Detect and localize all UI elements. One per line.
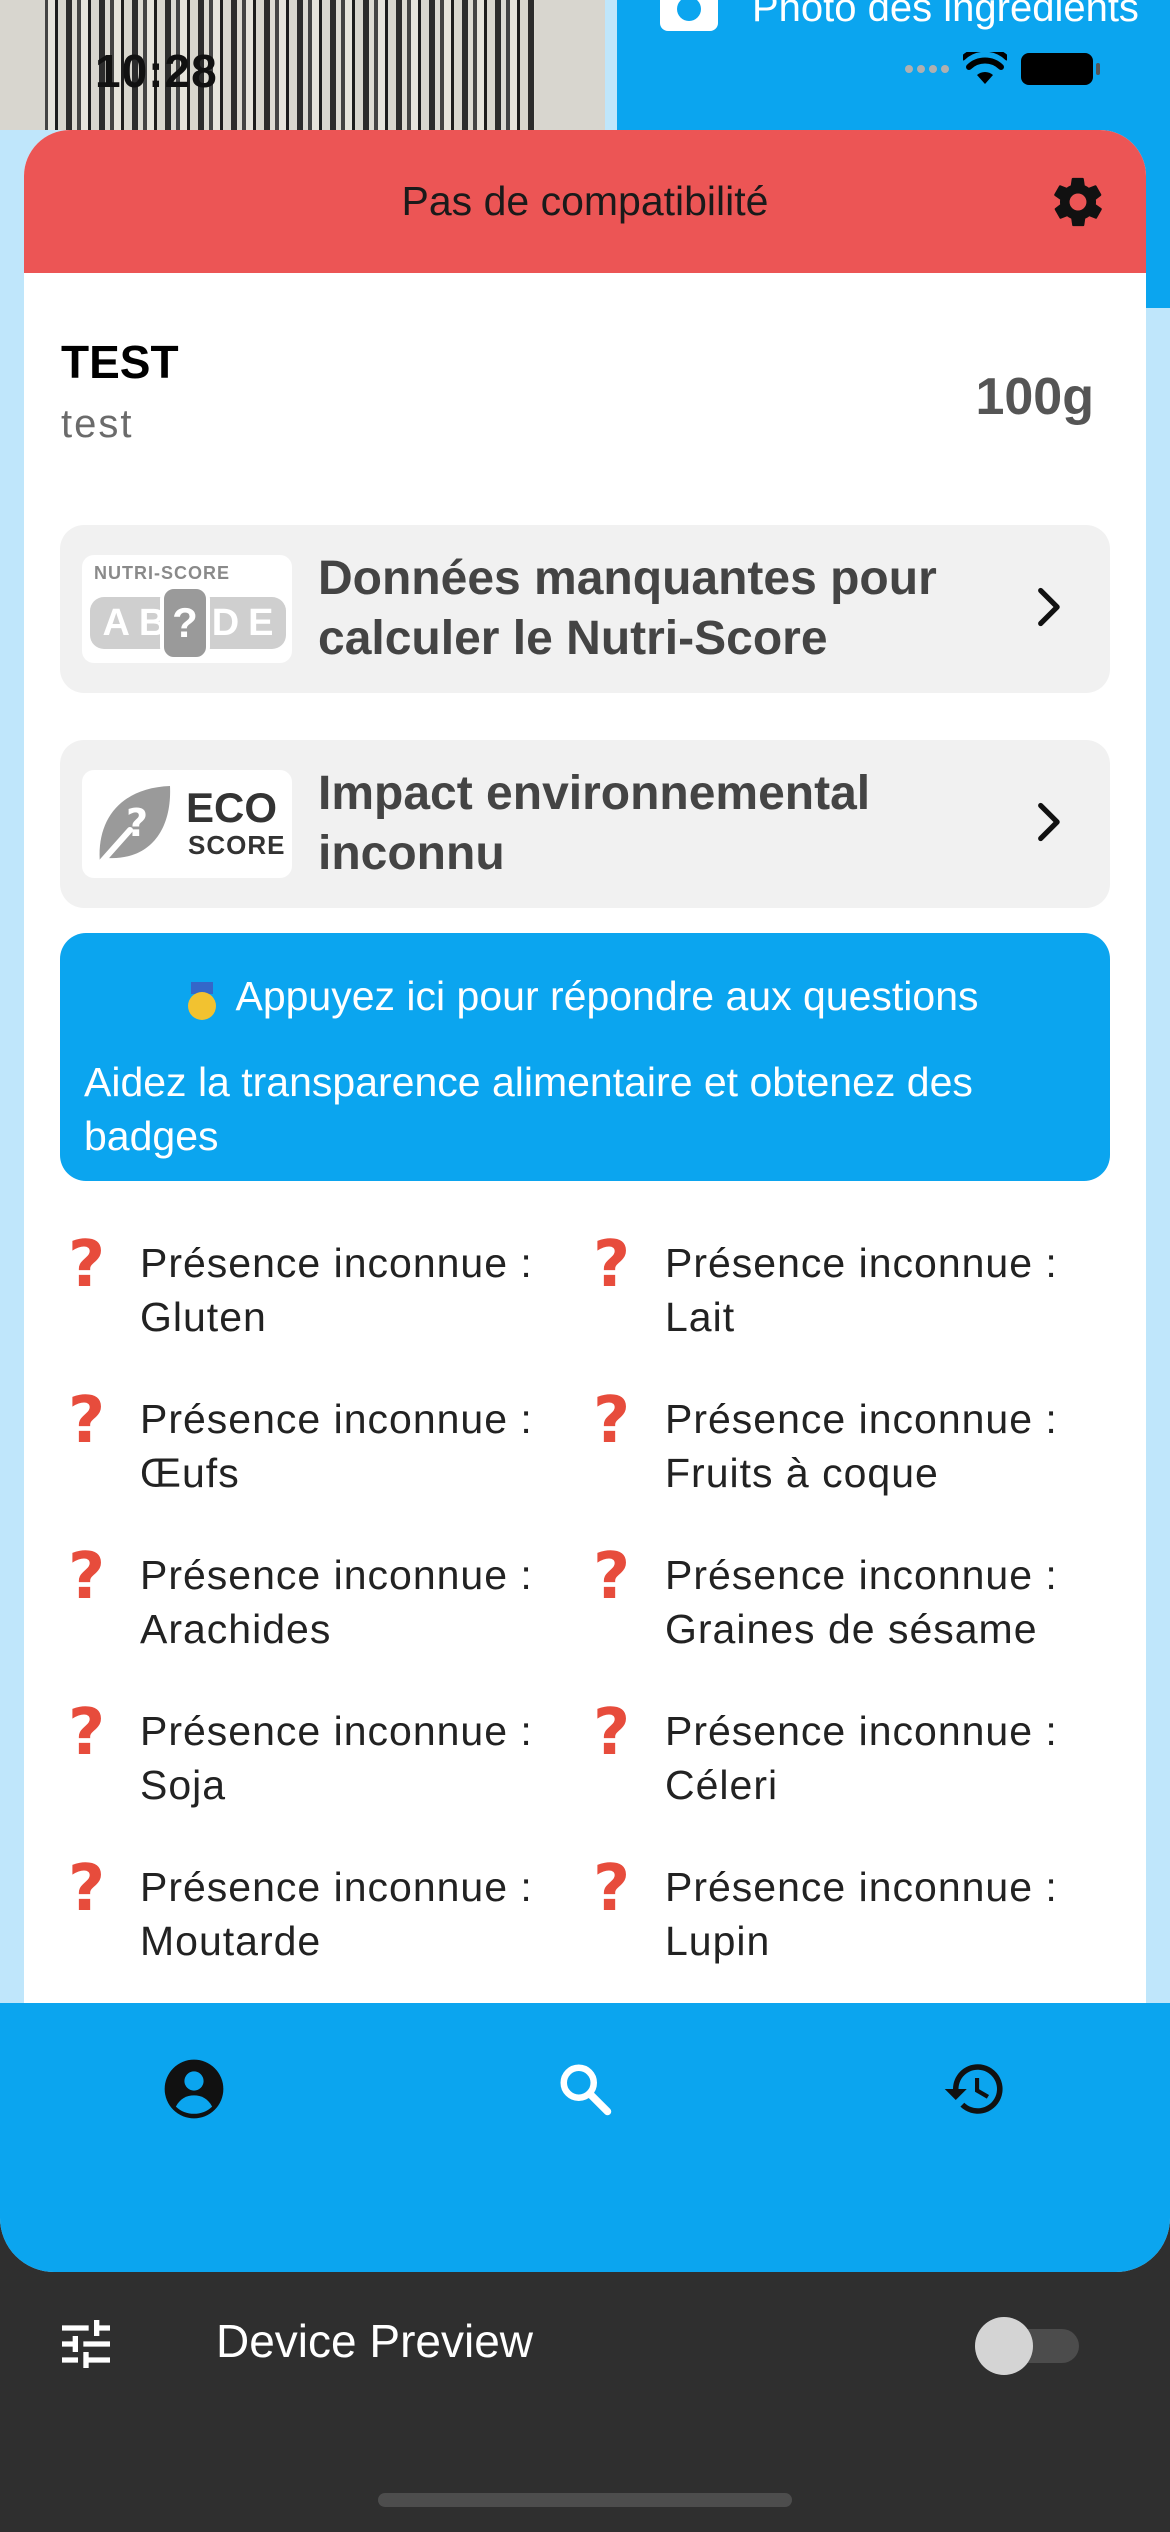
nutriscore-letter: D bbox=[211, 601, 240, 644]
nutriscore-row[interactable]: NUTRI-SCORE A B C D E ? Données manquant… bbox=[60, 525, 1110, 693]
compatibility-title: Pas de compatibilité bbox=[401, 178, 769, 224]
nav-search-button[interactable] bbox=[545, 2049, 625, 2129]
allergen-item[interactable]: ? Présence inconnue : Moutarde bbox=[60, 1854, 585, 1984]
question-mark-icon: ? bbox=[68, 1540, 106, 1614]
status-time: 10:28 bbox=[95, 45, 218, 97]
allergen-status: Présence inconnue : bbox=[140, 1708, 533, 1754]
allergen-status: Présence inconnue : bbox=[665, 1864, 1058, 1910]
questions-title-text: Appuyez ici pour répondre aux questions bbox=[235, 973, 979, 1019]
question-mark-icon: ? bbox=[593, 1228, 631, 1302]
nav-profile-button[interactable] bbox=[154, 2049, 234, 2129]
question-mark-icon: ? bbox=[68, 1228, 106, 1302]
product-name: TEST bbox=[61, 336, 179, 388]
tune-icon[interactable] bbox=[54, 2312, 118, 2376]
ecoscore-row[interactable]: ? ECO SCORE Impact environnemental incon… bbox=[60, 740, 1110, 908]
question-mark-icon: ? bbox=[593, 1852, 631, 1926]
allergen-item[interactable]: ? Présence inconnue : Arachides bbox=[60, 1542, 585, 1672]
allergen-item[interactable]: ? Présence inconnue : Fruits à coque bbox=[585, 1386, 1110, 1516]
allergen-item[interactable]: ? Présence inconnue : Œufs bbox=[60, 1386, 585, 1516]
allergen-status: Présence inconnue : bbox=[140, 1240, 533, 1286]
allergen-name: Lait bbox=[665, 1294, 736, 1340]
status-icons bbox=[905, 52, 1100, 86]
question-mark-icon: ? bbox=[68, 1852, 106, 1926]
allergen-name: Gluten bbox=[140, 1294, 267, 1340]
allergen-name: Soja bbox=[140, 1762, 227, 1808]
medal-icon bbox=[188, 982, 217, 1020]
camera-icon bbox=[660, 0, 718, 31]
question-mark-icon: ? bbox=[68, 1696, 106, 1770]
allergen-status: Présence inconnue : bbox=[140, 1864, 533, 1910]
allergen-item[interactable]: ? Présence inconnue : Céleri bbox=[585, 1698, 1110, 1828]
nutriscore-unknown-grade: ? bbox=[160, 585, 210, 661]
allergen-name: Céleri bbox=[665, 1762, 779, 1808]
profile-icon bbox=[164, 2059, 224, 2119]
allergen-name: Œufs bbox=[140, 1450, 240, 1496]
device-preview-toggle[interactable] bbox=[975, 2317, 1083, 2375]
cellular-signal-icon bbox=[905, 65, 949, 73]
allergen-name: Moutarde bbox=[140, 1918, 322, 1964]
settings-button[interactable] bbox=[1046, 170, 1110, 234]
background-photo-label: Photo des ingrédients bbox=[660, 0, 1139, 31]
svg-text:?: ? bbox=[126, 801, 148, 845]
allergen-item[interactable]: ? Présence inconnue : Soja bbox=[60, 1698, 585, 1828]
leaf-icon: ? bbox=[95, 786, 171, 868]
allergen-status: Présence inconnue : bbox=[665, 1396, 1058, 1442]
allergen-name: Graines de sésame bbox=[665, 1606, 1038, 1652]
battery-icon bbox=[1021, 53, 1100, 85]
product-quantity: 100g bbox=[975, 368, 1094, 426]
allergen-name: Fruits à coque bbox=[665, 1450, 939, 1496]
ecoscore-text: Impact environnemental inconnu bbox=[318, 767, 871, 880]
toggle-knob bbox=[975, 2317, 1033, 2375]
allergen-status: Présence inconnue : bbox=[665, 1552, 1058, 1598]
home-indicator bbox=[378, 2493, 792, 2507]
question-mark-icon: ? bbox=[68, 1384, 106, 1458]
allergen-status: Présence inconnue : bbox=[665, 1240, 1058, 1286]
device-screen: Photo des ingrédients 10:28 Pas de compa… bbox=[0, 0, 1170, 2272]
product-card: Pas de compatibilité TEST test 100g NUTR… bbox=[24, 130, 1146, 2110]
device-preview-label: Device Preview bbox=[216, 2315, 533, 2367]
photo-label-text: Photo des ingrédients bbox=[752, 0, 1139, 30]
ecoscore-logo: ? ECO SCORE bbox=[82, 770, 292, 878]
question-mark-icon: ? bbox=[593, 1540, 631, 1614]
chevron-right-icon bbox=[1038, 802, 1060, 842]
product-brand: test bbox=[61, 402, 134, 446]
bottom-navigation bbox=[0, 2003, 1170, 2272]
questions-banner[interactable]: Appuyez ici pour répondre aux questions … bbox=[60, 933, 1110, 1181]
allergen-status: Présence inconnue : bbox=[665, 1708, 1058, 1754]
nutriscore-logo: NUTRI-SCORE A B C D E ? bbox=[82, 555, 292, 663]
search-icon bbox=[560, 2064, 612, 2116]
questions-subtitle: Aidez la transparence alimentaire et obt… bbox=[84, 1059, 973, 1159]
question-mark-icon: ? bbox=[593, 1696, 631, 1770]
history-icon bbox=[944, 2064, 1003, 2114]
nutriscore-letter: A bbox=[102, 601, 130, 644]
nutriscore-text: Données manquantes pour calculer le Nutr… bbox=[318, 552, 937, 665]
ecoscore-logo-sub: SCORE bbox=[188, 830, 286, 860]
nav-history-button[interactable] bbox=[935, 2049, 1015, 2129]
gear-icon bbox=[1054, 177, 1102, 227]
allergen-item[interactable]: ? Présence inconnue : Graines de sésame bbox=[585, 1542, 1110, 1672]
wifi-icon bbox=[963, 52, 1007, 84]
questions-title: Appuyez ici pour répondre aux questions bbox=[60, 973, 1110, 1020]
ecoscore-logo-word: ECO bbox=[186, 784, 278, 831]
chevron-right-icon bbox=[1038, 587, 1060, 627]
allergen-name: Lupin bbox=[665, 1918, 771, 1964]
nutriscore-letter: E bbox=[248, 601, 274, 644]
allergen-item[interactable]: ? Présence inconnue : Gluten bbox=[60, 1230, 585, 1360]
question-mark-icon: ? bbox=[593, 1384, 631, 1458]
background-product-photo bbox=[0, 0, 605, 130]
allergen-name: Arachides bbox=[140, 1606, 332, 1652]
allergen-status: Présence inconnue : bbox=[140, 1396, 533, 1442]
allergen-status: Présence inconnue : bbox=[140, 1552, 533, 1598]
allergen-item[interactable]: ? Présence inconnue : Lait bbox=[585, 1230, 1110, 1360]
nutriscore-logo-title: NUTRI-SCORE bbox=[94, 563, 230, 583]
allergen-item[interactable]: ? Présence inconnue : Lupin bbox=[585, 1854, 1110, 1984]
compatibility-header: Pas de compatibilité bbox=[24, 130, 1146, 273]
